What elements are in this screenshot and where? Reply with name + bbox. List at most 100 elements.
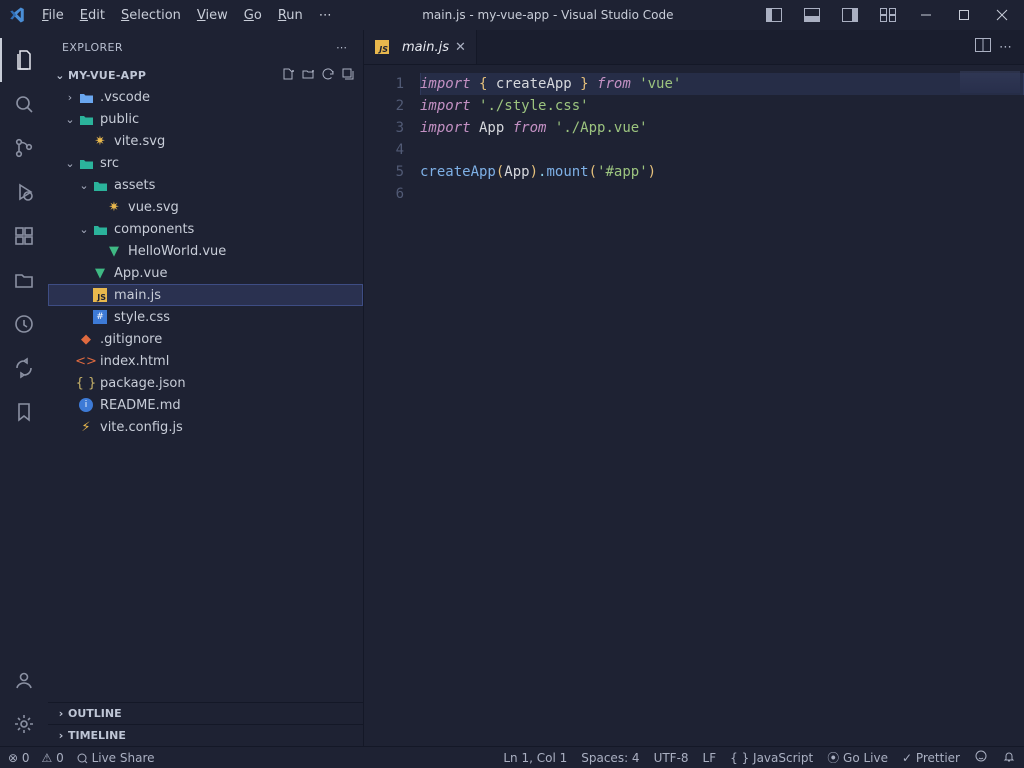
- tree-item-components[interactable]: ⌄components: [48, 218, 363, 240]
- explorer-root[interactable]: ⌄ MY-VUE-APP: [48, 64, 363, 86]
- editor-group: JS main.js ✕ ⋯ 123456 import { createApp…: [364, 30, 1024, 746]
- tree-item-public[interactable]: ⌄public: [48, 108, 363, 130]
- status-cursor[interactable]: Ln 1, Col 1: [503, 751, 567, 765]
- tree-item-vite-config-js[interactable]: ⚡ vite.config.js: [48, 416, 363, 438]
- vue-icon: ▼: [106, 243, 122, 259]
- tree-label: vite.config.js: [100, 420, 183, 435]
- status-live-share[interactable]: Live Share: [76, 751, 155, 765]
- menu-more[interactable]: ⋯: [311, 4, 340, 27]
- tree-item-assets[interactable]: ⌄assets: [48, 174, 363, 196]
- chevron-down-icon[interactable]: ⌄: [76, 223, 92, 236]
- explorer-more-icon[interactable]: ⋯: [336, 41, 349, 54]
- status-errors[interactable]: ⊗ 0: [8, 751, 30, 765]
- tree-item-readme-md[interactable]: iREADME.md: [48, 394, 363, 416]
- tree-label: vue.svg: [128, 200, 179, 215]
- tree-item-style-css[interactable]: #style.css: [48, 306, 363, 328]
- chevron-down-icon[interactable]: ⌄: [62, 157, 78, 170]
- explorer-root-label: MY-VUE-APP: [68, 69, 146, 82]
- tree-item-package-json[interactable]: { }package.json: [48, 372, 363, 394]
- activity-bar: [0, 30, 48, 746]
- timeline-section[interactable]: ›TIMELINE: [48, 724, 363, 746]
- tree-label: package.json: [100, 376, 186, 391]
- menu-bar: File Edit Selection View Go Run ⋯: [34, 4, 340, 27]
- outline-section[interactable]: ›OUTLINE: [48, 702, 363, 724]
- menu-file[interactable]: File: [34, 4, 72, 27]
- chevron-down-icon[interactable]: ⌄: [76, 179, 92, 192]
- tree-label: .vscode: [100, 90, 150, 105]
- editor-more-icon[interactable]: ⋯: [999, 40, 1014, 55]
- tree-label: src: [100, 156, 119, 171]
- activity-search-icon[interactable]: [0, 82, 48, 126]
- tree-item-vue-svg[interactable]: ✷vue.svg: [48, 196, 363, 218]
- html-icon: <>: [78, 353, 94, 369]
- tab-main-js[interactable]: JS main.js ✕: [364, 30, 477, 64]
- split-editor-icon[interactable]: [975, 38, 991, 56]
- activity-forward-icon[interactable]: [0, 346, 48, 390]
- tree-item-src[interactable]: ⌄ src: [48, 152, 363, 174]
- code-area[interactable]: import { createApp } from 'vue' import '…: [420, 65, 1024, 746]
- status-bell-icon[interactable]: [1002, 749, 1016, 766]
- layout-secondary-sidebar-icon[interactable]: [832, 1, 868, 29]
- customize-layout-icon[interactable]: [870, 1, 906, 29]
- status-eol[interactable]: LF: [703, 751, 717, 765]
- window-minimize[interactable]: [908, 1, 944, 29]
- status-spaces[interactable]: Spaces: 4: [581, 751, 639, 765]
- activity-bookmark-icon[interactable]: [0, 390, 48, 434]
- title-bar: File Edit Selection View Go Run ⋯ main.j…: [0, 0, 1024, 30]
- new-file-icon[interactable]: [281, 67, 295, 84]
- activity-folders-icon[interactable]: [0, 258, 48, 302]
- close-icon[interactable]: ✕: [455, 40, 466, 55]
- folder-teal-icon: [92, 221, 108, 237]
- tree-label: vite.svg: [114, 134, 165, 149]
- js-icon: JS: [92, 287, 108, 303]
- new-folder-icon[interactable]: [301, 67, 315, 84]
- refresh-icon[interactable]: [321, 67, 335, 84]
- folder-blue-icon: [78, 89, 94, 105]
- tree-item--gitignore[interactable]: ◆.gitignore: [48, 328, 363, 350]
- chevron-down-icon[interactable]: ⌄: [62, 113, 78, 126]
- activity-extensions-icon[interactable]: [0, 214, 48, 258]
- md-icon: i: [78, 397, 94, 413]
- activity-source-control-icon[interactable]: [0, 126, 48, 170]
- window-maximize[interactable]: [946, 1, 982, 29]
- activity-settings-icon[interactable]: [0, 702, 48, 746]
- tree-item-vite-svg[interactable]: ✷vite.svg: [48, 130, 363, 152]
- folder-teal-icon: [92, 177, 108, 193]
- activity-run-debug-icon[interactable]: [0, 170, 48, 214]
- activity-timeline-icon[interactable]: [0, 302, 48, 346]
- chevron-right-icon[interactable]: ›: [62, 91, 78, 104]
- layout-primary-sidebar-icon[interactable]: [756, 1, 792, 29]
- tree-item-index-html[interactable]: <> index.html: [48, 350, 363, 372]
- status-bar: ⊗ 0 ⚠ 0 Live Share Ln 1, Col 1 Spaces: 4…: [0, 746, 1024, 768]
- window-close[interactable]: [984, 1, 1020, 29]
- status-feedback-icon[interactable]: [974, 749, 988, 766]
- bolt-icon: ⚡: [78, 419, 94, 435]
- tree-label: main.js: [114, 288, 161, 303]
- tree-item-helloworld-vue[interactable]: ▼HelloWorld.vue: [48, 240, 363, 262]
- activity-accounts-icon[interactable]: [0, 658, 48, 702]
- git-icon: ◆: [78, 331, 94, 347]
- tree-item--vscode[interactable]: › .vscode: [48, 86, 363, 108]
- vue-icon: ▼: [92, 265, 108, 281]
- tree-label: index.html: [100, 354, 169, 369]
- menu-view[interactable]: View: [189, 4, 236, 27]
- minimap[interactable]: [960, 71, 1020, 93]
- menu-edit[interactable]: Edit: [72, 4, 113, 27]
- chevron-down-icon: ⌄: [52, 69, 68, 82]
- status-warnings[interactable]: ⚠ 0: [42, 751, 64, 765]
- status-prettier[interactable]: ✓ Prettier: [902, 751, 960, 765]
- menu-run[interactable]: Run: [270, 4, 311, 27]
- status-encoding[interactable]: UTF-8: [654, 751, 689, 765]
- status-go-live[interactable]: ⦿ Go Live: [827, 749, 888, 766]
- folder-teal-icon: [78, 111, 94, 127]
- status-language[interactable]: { } JavaScript: [730, 751, 813, 765]
- collapse-all-icon[interactable]: [341, 67, 355, 84]
- activity-explorer-icon[interactable]: [0, 38, 48, 82]
- editor-body[interactable]: 123456 import { createApp } from 'vue' i…: [364, 65, 1024, 746]
- tree-item-app-vue[interactable]: ▼App.vue: [48, 262, 363, 284]
- js-icon: JS: [375, 40, 389, 54]
- menu-go[interactable]: Go: [236, 4, 270, 27]
- layout-panel-icon[interactable]: [794, 1, 830, 29]
- menu-selection[interactable]: Selection: [113, 4, 189, 27]
- tree-item-main-js[interactable]: JS main.js: [48, 284, 363, 306]
